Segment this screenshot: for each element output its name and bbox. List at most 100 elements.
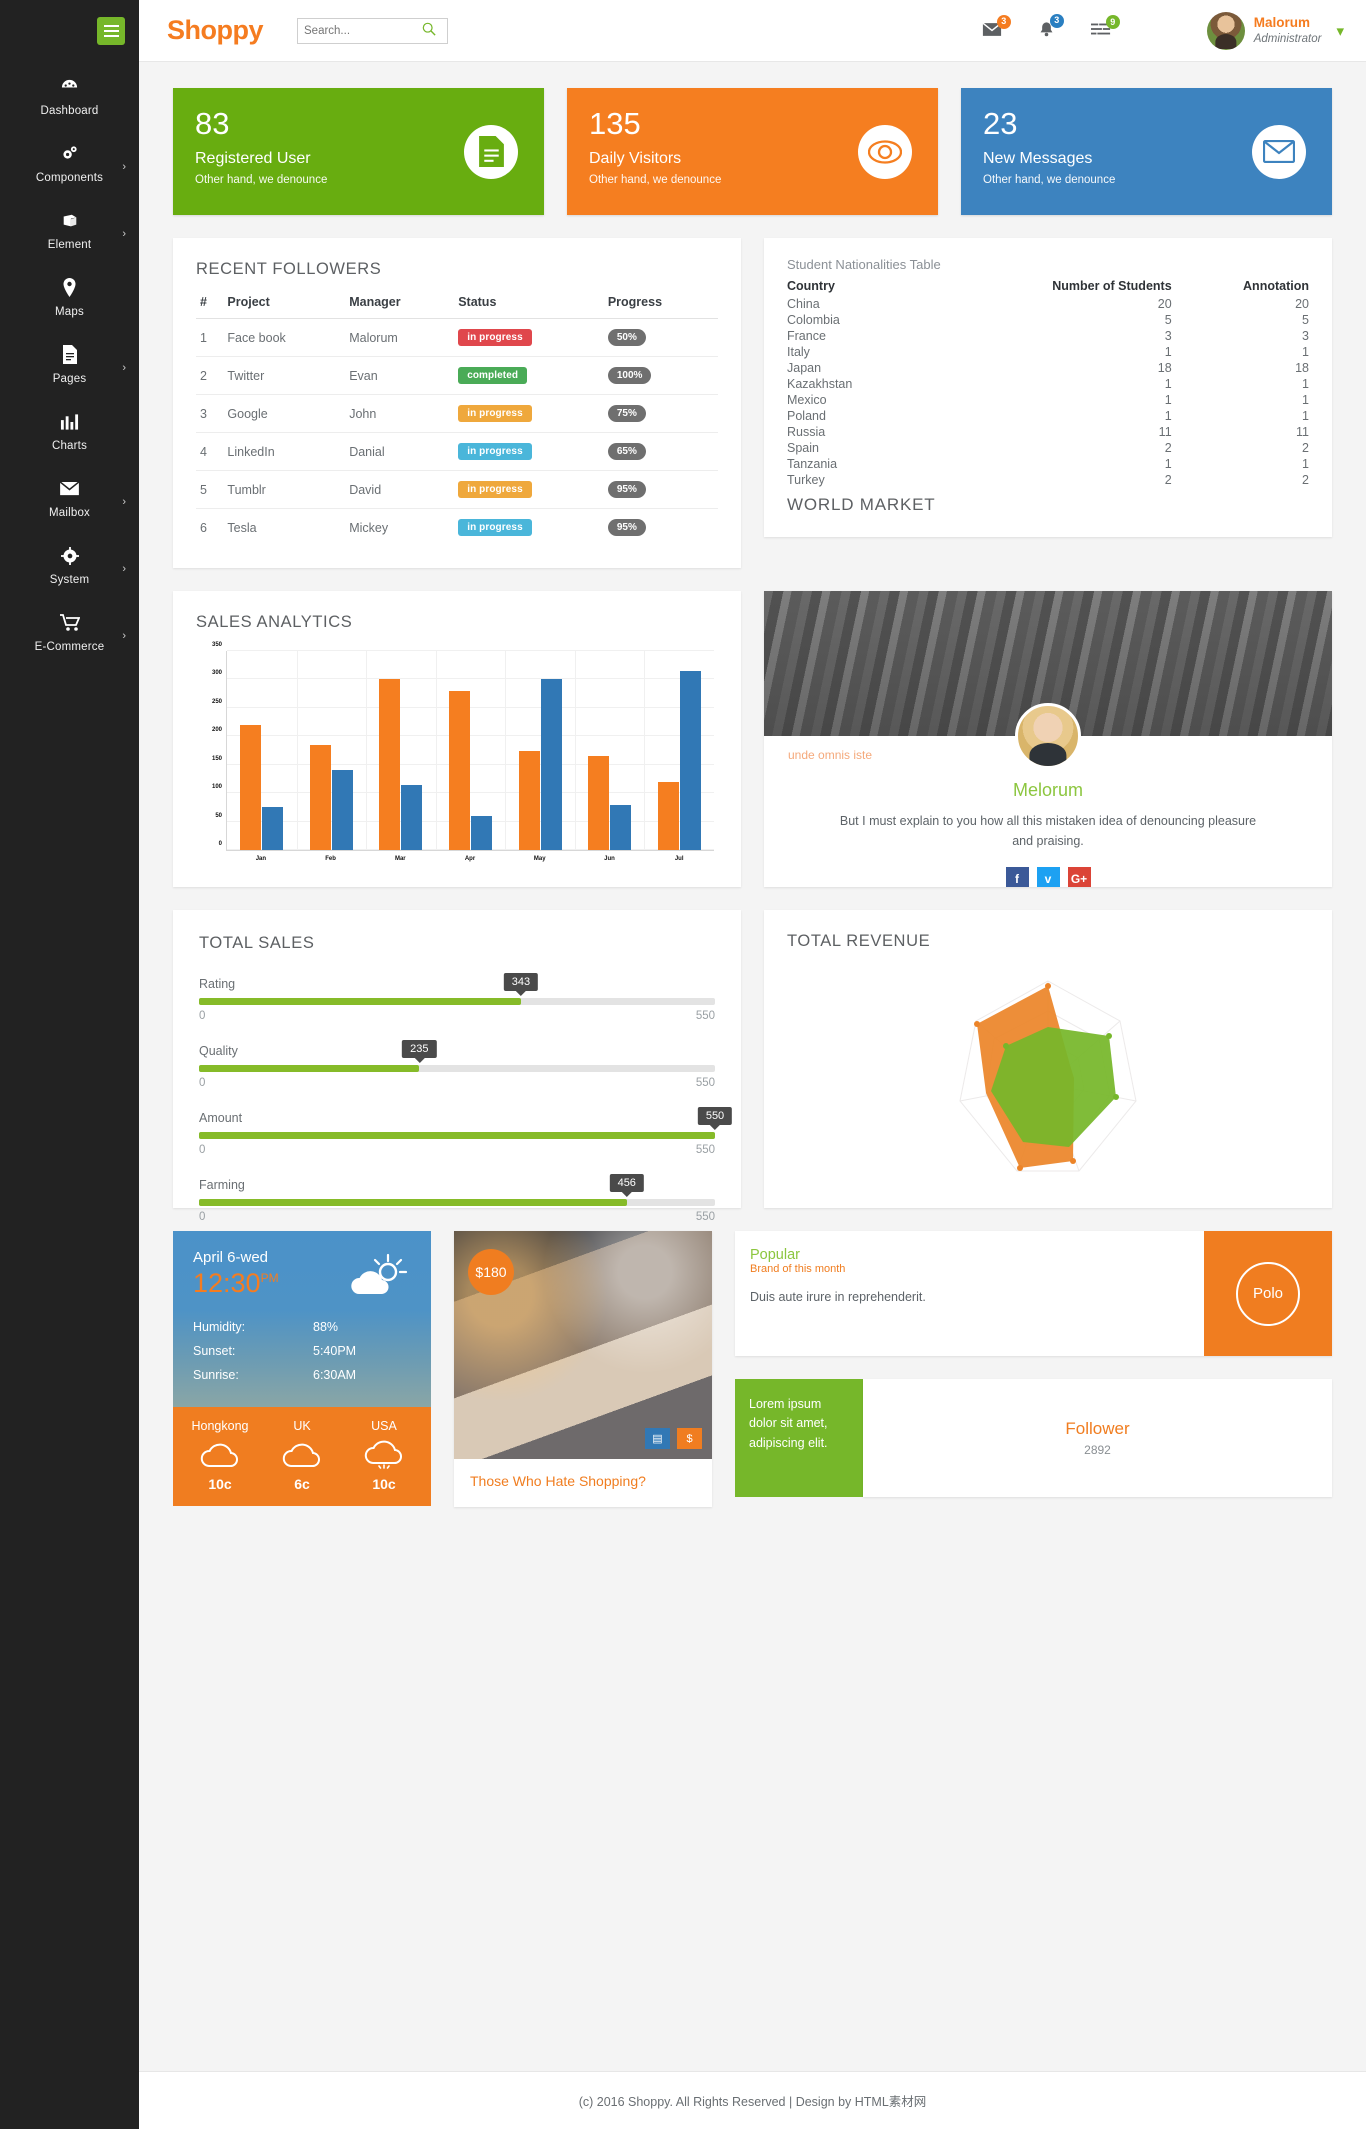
- table-row[interactable]: 3GoogleJohnin progress75%: [196, 395, 718, 433]
- recent-followers-panel: RECENT FOLLOWERS #ProjectManagerStatusPr…: [173, 238, 741, 568]
- sidebar-item-maps[interactable]: Maps: [0, 263, 139, 330]
- search-box[interactable]: [297, 18, 448, 44]
- messages-icon[interactable]: 3: [982, 22, 1002, 40]
- profile-col: unde omnis iste Melorum But I must expla…: [764, 591, 1332, 887]
- sidebar-item-label: Maps: [55, 306, 84, 318]
- slider-amount[interactable]: Amount5500550: [199, 1111, 715, 1156]
- stat-card[interactable]: 23New MessagesOther hand, we denounce: [961, 88, 1332, 215]
- footer: (c) 2016 Shoppy. All Rights Reserved | D…: [139, 2071, 1366, 2129]
- card-icon[interactable]: ▤: [645, 1428, 670, 1449]
- facebook-icon[interactable]: f: [1006, 867, 1029, 887]
- tasks-icon[interactable]: 9: [1091, 22, 1111, 39]
- followers-column-header: Progress: [604, 288, 718, 319]
- sidebar-item-element[interactable]: Element›: [0, 196, 139, 263]
- shop-image: $180 ▤$: [454, 1231, 712, 1459]
- slider-track[interactable]: 456: [199, 1199, 715, 1206]
- slider-fill: [199, 1199, 627, 1206]
- profile-name: Melorum: [788, 780, 1308, 801]
- twitter-icon[interactable]: ᴠ: [1037, 867, 1060, 887]
- stat-cards-row: 83Registered UserOther hand, we denounce…: [173, 88, 1332, 215]
- radar-chart-svg: [873, 966, 1223, 1196]
- chart-profile-row: SALES ANALYTICS 050100150200250300350 Ja…: [173, 591, 1332, 887]
- weather-meridiem: PM: [261, 1271, 279, 1285]
- nationality-cell: 18: [1172, 360, 1309, 376]
- search-icon[interactable]: [422, 22, 436, 39]
- weather-city-name: Hongkong: [179, 1419, 261, 1433]
- slider-rating[interactable]: Rating3430550: [199, 977, 715, 1022]
- chart-bar: [262, 807, 283, 850]
- table-row: Italy11: [787, 344, 1309, 360]
- table-row: Turkey22: [787, 472, 1309, 488]
- slider-farming[interactable]: Farming4560550: [199, 1178, 715, 1223]
- chart-bar-group: [575, 651, 645, 850]
- hamburger-icon[interactable]: [97, 17, 125, 45]
- dollar-icon[interactable]: $: [677, 1428, 702, 1449]
- bell-icon[interactable]: 3: [1038, 21, 1055, 41]
- chevron-right-icon[interactable]: ›: [122, 630, 126, 642]
- user-menu[interactable]: Malorum Administrator ▾: [1207, 12, 1344, 50]
- tasks-badge: 9: [1106, 15, 1120, 29]
- stat-card[interactable]: 83Registered UserOther hand, we denounce: [173, 88, 544, 215]
- chart-bar-group: [644, 651, 714, 850]
- chevron-right-icon[interactable]: ›: [122, 228, 126, 240]
- brand-logo[interactable]: Shoppy: [167, 15, 263, 46]
- chart-x-tick-label: Apr: [435, 856, 505, 862]
- slider-track[interactable]: 343: [199, 998, 715, 1005]
- nationality-cell: Colombia: [787, 312, 923, 328]
- followers-column-header: Status: [454, 288, 604, 319]
- slider-quality[interactable]: Quality2350550: [199, 1044, 715, 1089]
- slider-max: 550: [696, 1010, 715, 1022]
- google-plus-icon[interactable]: G+: [1068, 867, 1091, 887]
- sales-revenue-row: TOTAL SALES Rating3430550Quality2350550A…: [173, 910, 1332, 1208]
- weather-row-value: 5:40PM: [313, 1344, 356, 1358]
- table-row[interactable]: 4LinkedInDanialin progress65%: [196, 433, 718, 471]
- row-index: 1: [196, 319, 223, 357]
- profile-panel: unde omnis iste Melorum But I must expla…: [764, 591, 1332, 887]
- chevron-right-icon[interactable]: ›: [122, 362, 126, 374]
- table-row[interactable]: 2TwitterEvancompleted100%: [196, 357, 718, 395]
- cloud-sun-icon: [343, 1439, 425, 1472]
- table-row[interactable]: 6TeslaMickeyin progress95%: [196, 509, 718, 547]
- sidebar-item-system[interactable]: System›: [0, 531, 139, 598]
- table-row[interactable]: 1Face bookMalorumin progress50%: [196, 319, 718, 357]
- sidebar-item-label: Pages: [53, 373, 87, 385]
- chart-bar-group: [297, 651, 367, 850]
- chevron-right-icon[interactable]: ›: [122, 161, 126, 173]
- stat-card-col: 83Registered UserOther hand, we denounce: [173, 88, 544, 215]
- nationalities-caption: Student Nationalities Table: [787, 257, 1309, 272]
- sun-cloud-icon: [347, 1253, 409, 1297]
- weather-row: Humidity:88%: [193, 1315, 411, 1339]
- chart-x-tick-label: Feb: [296, 856, 366, 862]
- chart-bar: [310, 745, 331, 850]
- weather-top: April 6-wed 12:30PM: [173, 1231, 431, 1407]
- eye-icon: [858, 125, 912, 179]
- widgets-row: April 6-wed 12:30PM: [173, 1231, 1332, 1507]
- shop-caption[interactable]: Those Who Hate Shopping?: [454, 1459, 712, 1507]
- sidebar-item-mailbox[interactable]: Mailbox›: [0, 464, 139, 531]
- nationality-cell: 11: [1172, 424, 1309, 440]
- sidebar-item-pages[interactable]: Pages ›: [0, 330, 139, 397]
- table-row: Tanzania11: [787, 456, 1309, 472]
- chevron-down-icon[interactable]: ▾: [1336, 22, 1344, 40]
- sidebar-item-charts[interactable]: Charts: [0, 397, 139, 464]
- slider-track[interactable]: 235: [199, 1065, 715, 1072]
- row-index: 4: [196, 433, 223, 471]
- stat-card[interactable]: 135Daily VisitorsOther hand, we denounce: [567, 88, 938, 215]
- stat-subtitle: Other hand, we denounce: [983, 174, 1310, 186]
- sidebar-item-e-commerce[interactable]: E-Commerce›: [0, 598, 139, 665]
- promo2-card: Lorem ipsum dolor sit amet, adipiscing e…: [735, 1379, 1332, 1497]
- slider-min: 0: [199, 1010, 205, 1022]
- sidebar-toggle-wrap: [0, 0, 139, 62]
- sidebar-item-components[interactable]: Components›: [0, 129, 139, 196]
- sidebar-item-dashboard[interactable]: Dashboard: [0, 62, 139, 129]
- chevron-right-icon[interactable]: ›: [122, 563, 126, 575]
- search-input[interactable]: [304, 25, 422, 37]
- stat-subtitle: Other hand, we denounce: [195, 174, 522, 186]
- slider-track[interactable]: 550: [199, 1132, 715, 1139]
- gear-icon: [0, 544, 139, 566]
- table-row[interactable]: 5TumblrDavidin progress95%: [196, 471, 718, 509]
- progress-badge: 50%: [608, 329, 646, 346]
- nationalities-body: China2020Colombia55France33Italy11Japan1…: [787, 296, 1309, 488]
- chevron-right-icon[interactable]: ›: [122, 496, 126, 508]
- shop-col: $180 ▤$ Those Who Hate Shopping?: [454, 1231, 712, 1507]
